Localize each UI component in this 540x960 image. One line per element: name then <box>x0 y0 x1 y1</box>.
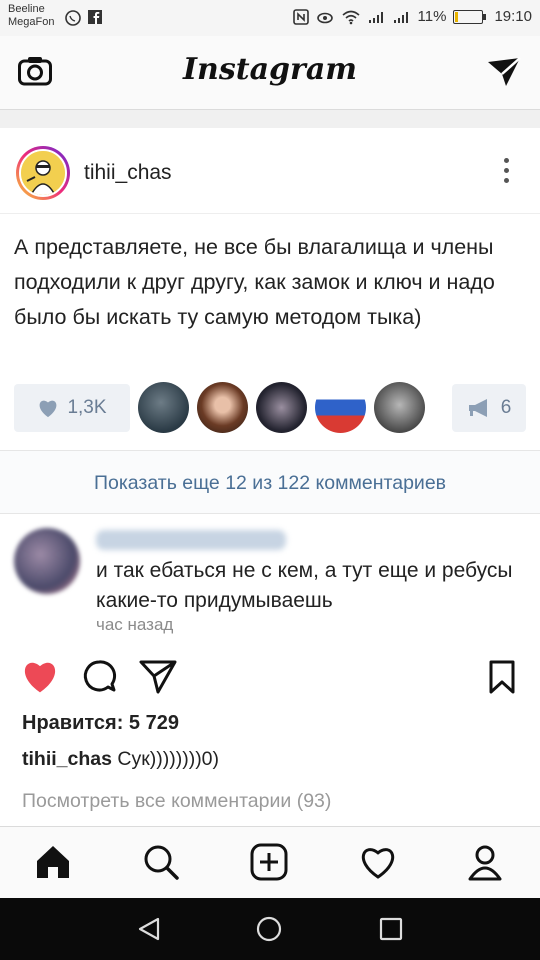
clock: 19:10 <box>494 8 532 25</box>
battery-icon <box>453 9 487 24</box>
likers-avatars <box>138 382 425 433</box>
show-more-comments-link[interactable]: Показать еще 12 из 122 комментариев <box>0 450 540 514</box>
post-text: А представляете, не все бы влагалища и ч… <box>14 235 495 329</box>
app-header: Instagram <box>0 36 540 110</box>
carrier-labels: Beeline MegaFon <box>8 3 54 29</box>
home-button-icon[interactable] <box>256 916 282 942</box>
comment-icon[interactable] <box>80 658 118 696</box>
author-avatar[interactable] <box>16 146 70 200</box>
signal-1-icon <box>368 11 383 23</box>
eye-comfort-icon <box>316 12 333 23</box>
whatsapp-icon <box>65 10 81 26</box>
bottom-nav <box>0 826 540 898</box>
profile-icon[interactable] <box>466 843 504 881</box>
carrier-2: MegaFon <box>8 16 55 28</box>
home-icon[interactable] <box>34 843 72 881</box>
facebook-icon <box>88 10 102 24</box>
like-heart-icon[interactable] <box>20 658 60 694</box>
search-icon[interactable] <box>142 843 180 881</box>
status-bar: Beeline MegaFon 11% 19:10 <box>0 0 540 36</box>
battery-percent: 11% <box>417 8 447 25</box>
caption-text: Сук))))))))0) <box>111 748 220 770</box>
activity-heart-icon[interactable] <box>358 843 398 881</box>
feed-separator <box>0 110 540 128</box>
vk-repost-count: 6 <box>500 397 512 418</box>
vk-repost-button[interactable]: 6 <box>452 384 526 432</box>
post-username[interactable]: tihii_chas <box>84 161 172 185</box>
liker-avatar[interactable] <box>256 382 307 433</box>
back-icon[interactable] <box>136 916 162 942</box>
notification-icons <box>64 9 103 27</box>
liker-avatar[interactable] <box>197 382 248 433</box>
comment-author-avatar[interactable] <box>14 528 80 594</box>
avatar-illustration <box>21 151 65 195</box>
likes-count[interactable]: Нравится: 5 729 <box>22 712 179 735</box>
recent-apps-icon[interactable] <box>378 916 404 942</box>
wifi-icon <box>342 10 360 24</box>
liker-avatar[interactable] <box>315 382 366 433</box>
system-navigation-bar <box>0 898 540 960</box>
vk-like-button[interactable]: 1,3K <box>14 384 130 432</box>
post-caption: tihii_chas Сук))))))))0) <box>22 748 219 771</box>
system-icons: 11% 19:10 <box>292 8 532 25</box>
share-icon[interactable] <box>138 658 178 696</box>
heart-icon <box>40 400 57 418</box>
app-logo: Instagram <box>183 52 357 87</box>
post-header: tihii_chas <box>0 128 540 214</box>
more-options-icon[interactable] <box>504 158 510 188</box>
direct-message-icon[interactable] <box>486 56 522 88</box>
carrier-1: Beeline <box>8 3 45 15</box>
bookmark-icon[interactable] <box>488 660 516 694</box>
liker-avatar[interactable] <box>374 382 425 433</box>
megaphone-icon <box>468 399 487 417</box>
comment-time: час назад <box>96 615 174 634</box>
view-all-comments-link[interactable]: Посмотреть все комментарии (93) <box>22 790 331 813</box>
comment-author-name-blurred[interactable] <box>96 530 286 550</box>
nfc-icon <box>292 8 309 25</box>
caption-username[interactable]: tihii_chas <box>22 748 112 770</box>
new-post-icon[interactable] <box>250 843 288 881</box>
liker-avatar[interactable] <box>138 382 189 433</box>
comment-text: и так ебаться не с кем, а тут еще и ребу… <box>96 559 513 612</box>
signal-2-icon <box>393 11 408 23</box>
vk-like-count: 1,3K <box>67 397 107 418</box>
